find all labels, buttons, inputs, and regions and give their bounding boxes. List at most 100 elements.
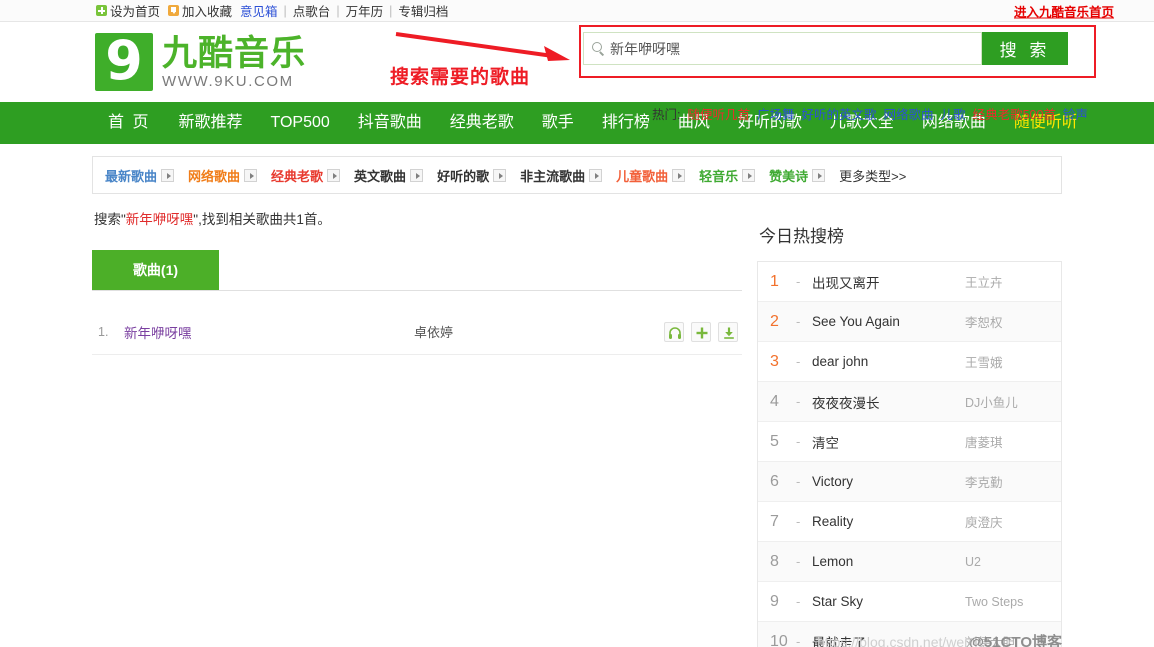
- list-item[interactable]: 5 - 清空 唐菱琪: [758, 422, 1061, 462]
- list-item[interactable]: 7 - Reality 庾澄庆: [758, 502, 1061, 542]
- rank-dash: -: [796, 314, 801, 329]
- rank-artist: 李恕权: [965, 316, 1003, 330]
- list-item[interactable]: 2 - See You Again 李恕权: [758, 302, 1061, 342]
- rank-artist: 王雪娥: [965, 356, 1003, 370]
- rank-number: 3: [770, 352, 779, 370]
- nav-item-singers[interactable]: 歌手: [528, 102, 588, 144]
- rank-song-link[interactable]: 清空: [812, 432, 965, 452]
- hot-keyword-2[interactable]: 好听的英文歌: [802, 104, 877, 123]
- add-favorite-label: 加入收藏: [182, 5, 233, 19]
- category-hymns[interactable]: 赞美诗: [769, 166, 826, 185]
- category-more-link[interactable]: 更多类型>>: [839, 166, 906, 185]
- hot-keyword-1[interactable]: 广场舞: [757, 104, 795, 123]
- search-button[interactable]: 搜 索: [982, 32, 1068, 65]
- category-bar: 最新歌曲 网络歌曲 经典老歌 英文歌曲 好听的歌 非主流歌曲 儿童歌曲 轻音乐: [92, 156, 1062, 194]
- hot-keyword-6[interactable]: 铃声: [1063, 104, 1088, 123]
- hot-search-column: 今日热搜榜 1 - 出现又离开 王立卉 2 - See You Again 李恕…: [757, 194, 1062, 647]
- category-latest-songs[interactable]: 最新歌曲: [105, 166, 175, 185]
- tab-songs[interactable]: 歌曲(1): [92, 250, 219, 290]
- headphone-icon[interactable]: [664, 321, 684, 342]
- table-row: 1. 新年咿呀嘿 卓依婷: [92, 309, 742, 355]
- rank-song-link[interactable]: 最就走了: [812, 632, 965, 647]
- nav-item-home[interactable]: 首 页: [92, 102, 164, 144]
- rank-artist: 刘德大胆: [965, 636, 1016, 647]
- rank-artist: 庾澄庆: [965, 516, 1003, 530]
- chevron-right-icon: [589, 168, 603, 182]
- download-icon[interactable]: [718, 321, 738, 342]
- result-summary-keyword: 新年咿呀嘿: [125, 212, 194, 227]
- rank-dash: -: [796, 354, 801, 369]
- category-light-music[interactable]: 轻音乐: [699, 166, 756, 185]
- list-item[interactable]: 1 - 出现又离开 王立卉: [758, 262, 1061, 302]
- rank-song-link[interactable]: Reality: [812, 514, 965, 529]
- chevron-right-icon: [812, 168, 826, 182]
- song-request-link[interactable]: 点歌台: [289, 1, 335, 20]
- rank-song-link[interactable]: See You Again: [812, 314, 965, 329]
- logo-url: WWW.9KU.COM: [162, 73, 294, 90]
- category-english-songs[interactable]: 英文歌曲: [354, 166, 424, 185]
- list-item[interactable]: 3 - dear john 王雪娥: [758, 342, 1061, 382]
- chevron-right-icon: [672, 168, 686, 182]
- category-label: 英文歌曲: [354, 168, 407, 184]
- rank-dash: -: [796, 514, 801, 529]
- set-homepage-link[interactable]: 设为首页: [92, 1, 164, 20]
- separator: |: [283, 3, 287, 18]
- rank-artist: 李克勤: [965, 476, 1003, 490]
- rank-artist: DJ小鱼儿: [965, 396, 1018, 410]
- category-web-songs[interactable]: 网络歌曲: [188, 166, 258, 185]
- list-item[interactable]: 9 - Star Sky Two Steps: [758, 582, 1061, 622]
- hot-keyword-5[interactable]: 经典老歌500首: [973, 104, 1056, 123]
- category-classic-songs[interactable]: 经典老歌: [271, 166, 341, 185]
- plus-icon[interactable]: [691, 321, 711, 342]
- rank-dash: -: [796, 554, 801, 569]
- nav-item-douyin-songs[interactable]: 抖音歌曲: [344, 102, 436, 144]
- category-good-songs[interactable]: 好听的歌: [437, 166, 507, 185]
- hot-keywords: 热门: 随便听几首 广场舞 好听的英文歌 网络歌曲 儿歌 经典老歌500首 铃声: [652, 104, 1088, 123]
- nav-item-classic-songs[interactable]: 经典老歌: [436, 102, 528, 144]
- song-title-link[interactable]: 新年咿呀嘿: [124, 322, 414, 342]
- category-kids-songs[interactable]: 儿童歌曲: [616, 166, 686, 185]
- list-item[interactable]: 6 - Victory 李克勤: [758, 462, 1061, 502]
- rank-song-link[interactable]: Star Sky: [812, 594, 965, 609]
- rank-dash: -: [796, 274, 801, 289]
- category-label: 最新歌曲: [105, 168, 158, 184]
- rank-number: 1: [770, 272, 779, 290]
- rank-number: 8: [770, 552, 779, 570]
- category-alternative-songs[interactable]: 非主流歌曲: [520, 166, 603, 185]
- nav-item-top500[interactable]: TOP500: [256, 102, 343, 144]
- hot-keyword-3[interactable]: 网络歌曲: [884, 104, 934, 123]
- rank-dash: -: [796, 434, 801, 449]
- site-header: 9 九酷音乐 WWW.9KU.COM 搜索需要的歌曲 新年咿呀嘿 搜 索 热门:…: [92, 22, 1096, 122]
- hot-keyword-0[interactable]: 随便听几首: [687, 104, 750, 123]
- plus-square-icon: [96, 5, 107, 16]
- hot-keyword-4[interactable]: 儿歌: [941, 104, 966, 123]
- list-item[interactable]: 8 - Lemon U2: [758, 542, 1061, 582]
- rank-number: 2: [770, 312, 779, 330]
- rank-number: 6: [770, 472, 779, 490]
- add-favorite-link[interactable]: 加入收藏: [164, 1, 236, 20]
- enter-homepage-link[interactable]: 进入九酷音乐首页: [1014, 1, 1114, 20]
- result-summary: 搜索"新年咿呀嘿",找到相关歌曲共1首。: [94, 208, 742, 228]
- rank-song-link[interactable]: 夜夜夜漫长: [812, 392, 965, 412]
- rank-song-link[interactable]: dear john: [812, 354, 965, 369]
- page-content: 搜索"新年咿呀嘿",找到相关歌曲共1首。 歌曲(1) 1. 新年咿呀嘿 卓依婷: [92, 194, 1062, 647]
- list-item[interactable]: 4 - 夜夜夜漫长 DJ小鱼儿: [758, 382, 1061, 422]
- rank-song-link[interactable]: Victory: [812, 474, 965, 489]
- rank-song-link[interactable]: 出现又离开: [812, 272, 965, 292]
- chevron-right-icon: [161, 168, 175, 182]
- chevron-right-icon: [327, 168, 341, 182]
- nav-item-new-songs[interactable]: 新歌推荐: [164, 102, 256, 144]
- site-logo[interactable]: 9 九酷音乐 WWW.9KU.COM: [95, 33, 306, 91]
- rank-song-link[interactable]: Lemon: [812, 554, 965, 569]
- category-label: 好听的歌: [437, 168, 490, 184]
- feedback-link[interactable]: 意见箱: [236, 1, 282, 20]
- hot-keywords-label: 热门:: [652, 108, 681, 122]
- list-item[interactable]: 10 - 最就走了 刘德大胆: [758, 622, 1061, 647]
- search-input[interactable]: 新年咿呀嘿: [583, 32, 982, 65]
- rank-number: 10: [770, 632, 788, 647]
- album-archive-link[interactable]: 专辑归档: [394, 1, 452, 20]
- calendar-link[interactable]: 万年历: [342, 1, 388, 20]
- rank-dash: -: [796, 474, 801, 489]
- rank-dash: -: [796, 594, 801, 609]
- rank-number: 5: [770, 432, 779, 450]
